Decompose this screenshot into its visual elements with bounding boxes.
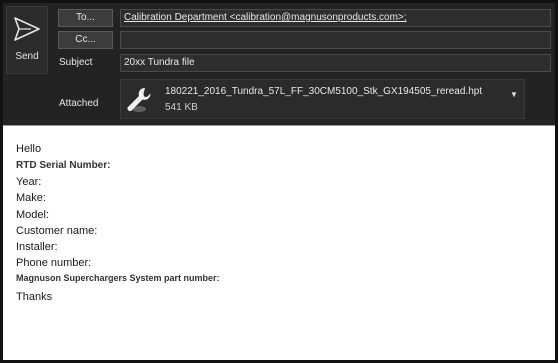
to-field[interactable]: Calibration Department <calibration@magn…	[120, 9, 551, 27]
attachment-name: 180221_2016_Tundra_57L_FF_30CM5100_Stk_G…	[165, 86, 483, 97]
phone-number-label: Phone number:	[16, 257, 92, 269]
closing-text: Thanks	[16, 291, 53, 303]
chevron-down-icon[interactable]: ▼	[510, 90, 518, 99]
subject-field[interactable]: 20xx Tundra file	[120, 54, 551, 72]
compose-header: Send To... Calibration Department <calib…	[3, 3, 555, 125]
email-compose-window: Send To... Calibration Department <calib…	[0, 0, 558, 363]
to-button[interactable]: To...	[58, 9, 113, 27]
attachment-size: 541 KB	[165, 102, 198, 113]
cc-field[interactable]	[120, 31, 551, 49]
wrench-icon	[127, 87, 151, 112]
greeting-text: Hello	[16, 143, 42, 155]
rtd-serial-label: RTD Serial Number:	[16, 160, 111, 171]
send-label: Send	[15, 51, 39, 62]
customer-name-label: Customer name:	[16, 225, 98, 237]
installer-label: Installer:	[16, 241, 58, 253]
attached-label: Attached	[59, 98, 99, 109]
attachment-item[interactable]: 180221_2016_Tundra_57L_FF_30CM5100_Stk_G…	[120, 79, 525, 119]
make-label: Make:	[16, 192, 46, 204]
message-body[interactable]: Hello RTD Serial Number: Year: Make: Mod…	[3, 125, 555, 360]
year-label: Year:	[16, 176, 42, 188]
send-button[interactable]: Send	[6, 6, 48, 74]
subject-label: Subject	[59, 57, 93, 68]
send-icon	[14, 17, 40, 41]
cc-button[interactable]: Cc...	[58, 31, 113, 49]
part-number-label: Magnuson Superchargers System part numbe…	[16, 273, 220, 283]
model-label: Model:	[16, 209, 50, 221]
